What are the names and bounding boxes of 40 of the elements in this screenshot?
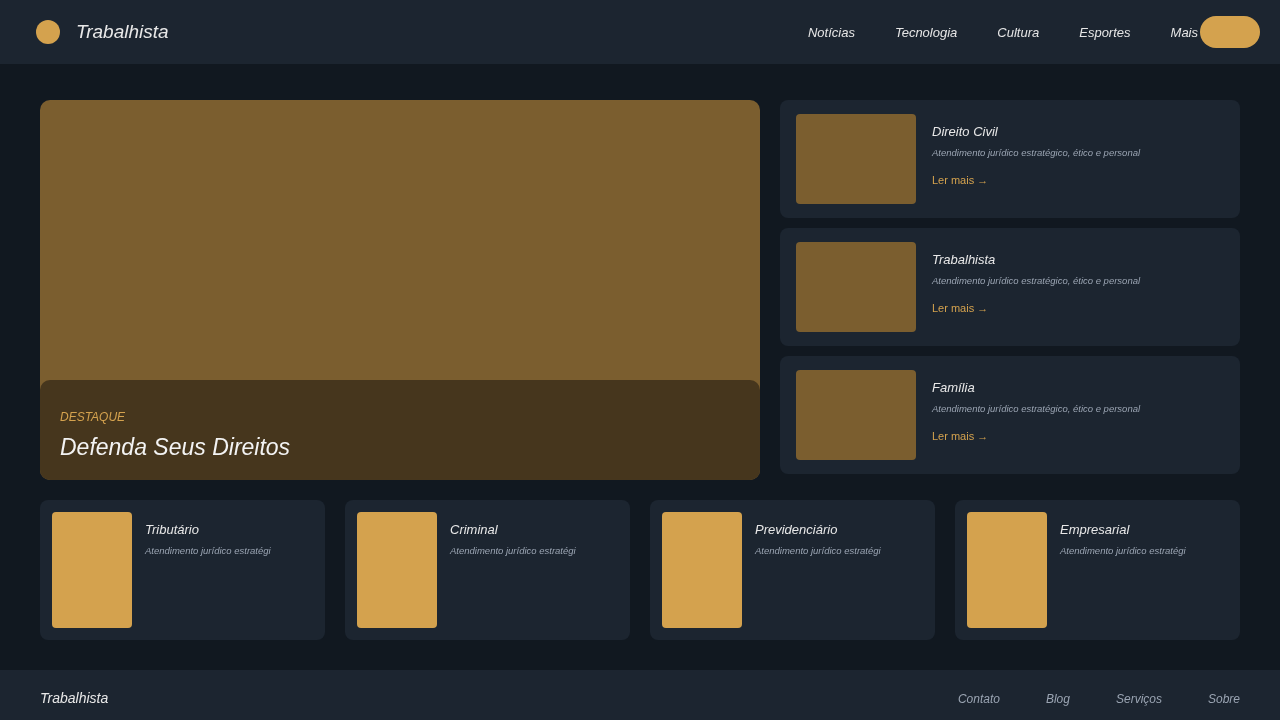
card-description: Atendimento jurídico estratégi xyxy=(755,545,881,556)
read-more-link[interactable]: Ler mais → xyxy=(932,302,1141,314)
featured-title: Defenda Seus Direitos xyxy=(60,434,292,461)
card-title: Previdenciário xyxy=(755,522,839,537)
site-title: Trabalhista xyxy=(76,21,170,43)
footer-link[interactable]: Sobre xyxy=(1207,692,1240,720)
footer-link[interactable]: Serviços xyxy=(1115,692,1162,720)
logo-icon xyxy=(36,20,60,44)
nav-link[interactable]: Notícias xyxy=(807,24,855,40)
nav-link[interactable]: Tecnologia xyxy=(894,24,958,40)
card-title: Tributário xyxy=(145,522,200,537)
service-card[interactable]: Criminal Atendimento jurídico estratégi xyxy=(345,500,630,640)
article-card[interactable]: Trabalhista Atendimento jurídico estratégico, ético e personal Ler mais → xyxy=(780,228,1240,346)
card-title: Criminal xyxy=(450,522,499,537)
article-card[interactable]: Família Atendimento jurídico estratégico, ético e personal Ler mais → xyxy=(780,356,1240,474)
card-description: Atendimento jurídico estratégi xyxy=(1060,545,1186,556)
article-card[interactable]: Direito Civil Atendimento jurídico estratégico, ético e personal Ler mais → xyxy=(780,100,1240,218)
read-more-link[interactable]: Ler mais → xyxy=(932,174,1141,186)
header-button[interactable] xyxy=(1200,16,1260,48)
nav-link[interactable]: Cultura xyxy=(997,24,1040,40)
service-card[interactable]: Tributário Atendimento jurídico estratégi xyxy=(40,500,325,640)
footer-link[interactable]: Contato xyxy=(957,692,1000,720)
featured-label: DESTAQUE xyxy=(60,410,127,424)
card-title: Trabalhista xyxy=(932,252,997,267)
service-card[interactable]: Previdenciário Atendimento jurídico estratégi xyxy=(650,500,935,640)
card-description: Atendimento jurídico estratégico, ético e personal xyxy=(932,403,1141,414)
nav-link[interactable]: Esportes xyxy=(1079,24,1131,40)
card-description: Atendimento jurídico estratégi xyxy=(450,545,576,556)
card-description: Atendimento jurídico estratégico, ético e personal xyxy=(932,147,1141,158)
card-description: Atendimento jurídico estratégico, ético e personal xyxy=(932,275,1141,286)
read-more-link[interactable]: Ler mais → xyxy=(932,430,1141,442)
nav-link[interactable]: Mais xyxy=(1170,24,1198,40)
featured-card[interactable]: DESTAQUE Defenda Seus Direitos xyxy=(40,100,760,480)
service-card[interactable]: Empresarial Atendimento jurídico estratégi xyxy=(955,500,1240,640)
card-title: Empresarial xyxy=(1060,522,1131,537)
footer-link[interactable]: Blog xyxy=(1045,692,1070,720)
card-description: Atendimento jurídico estratégi xyxy=(145,545,271,556)
card-title: Família xyxy=(932,380,976,395)
footer-title: Trabalhista xyxy=(40,690,109,706)
card-title: Direito Civil xyxy=(932,124,999,139)
